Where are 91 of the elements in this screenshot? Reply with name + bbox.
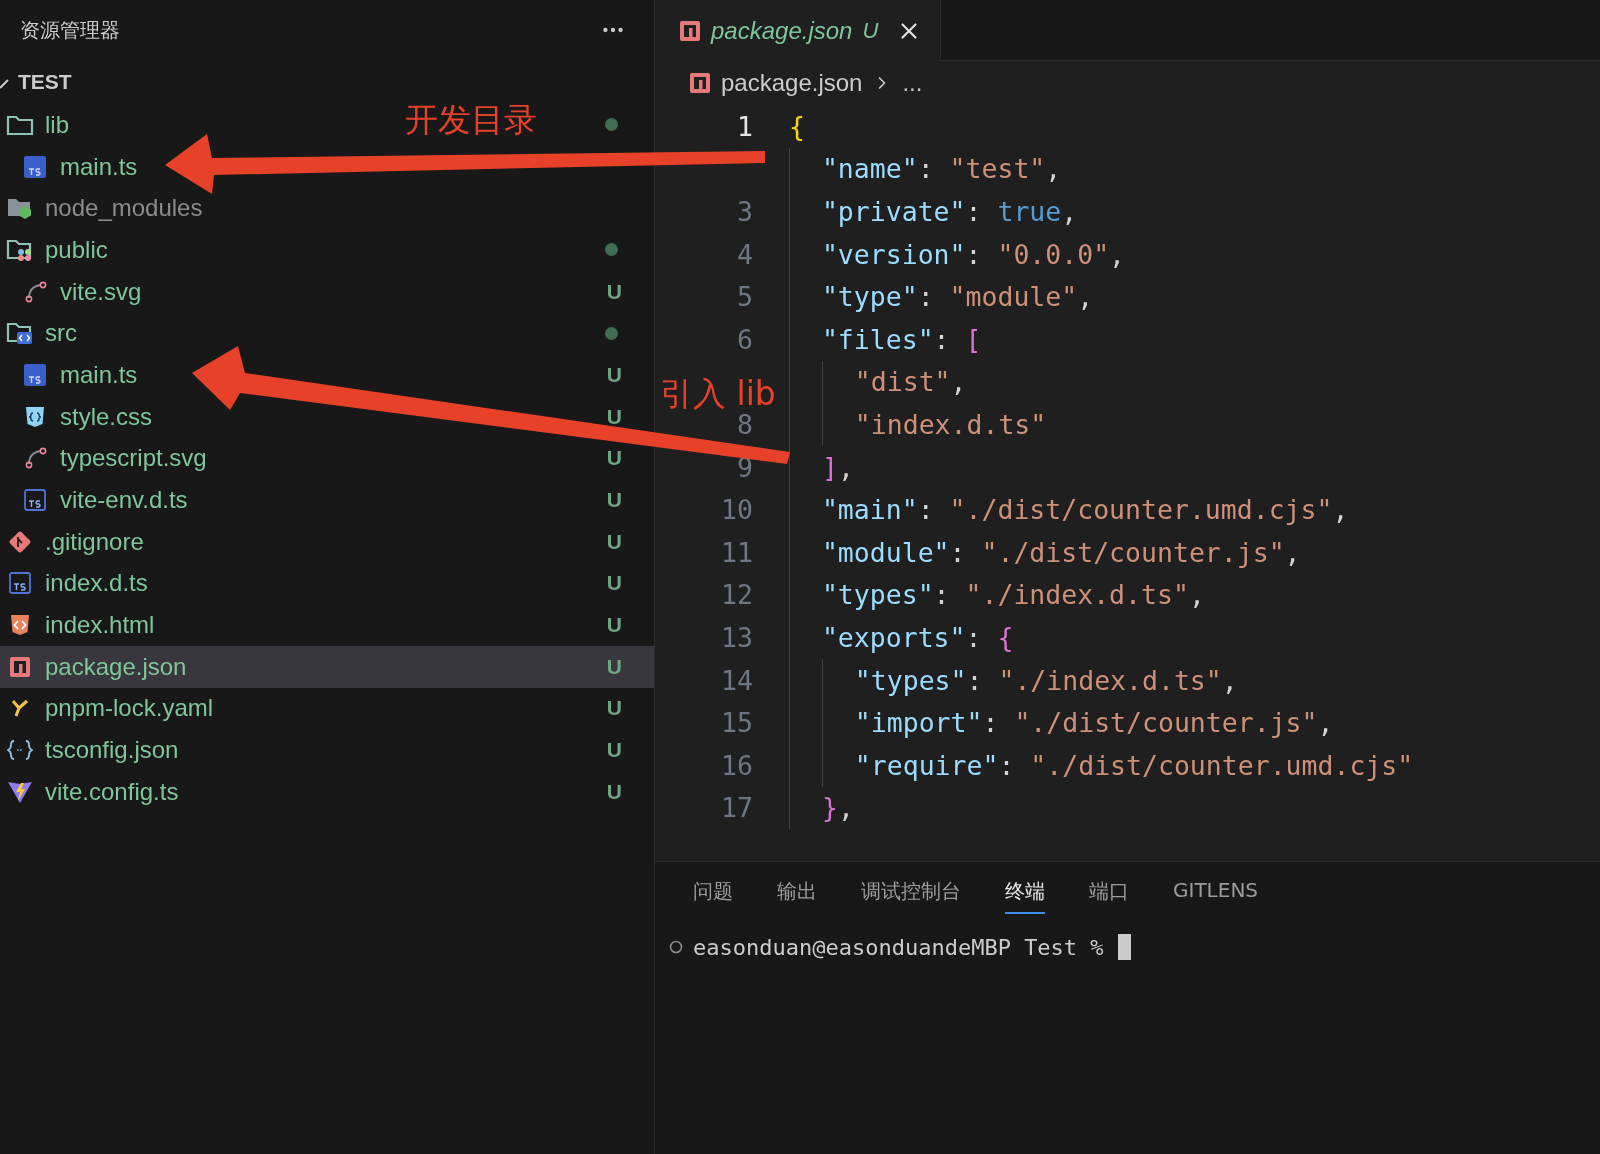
- file-tree-item[interactable]: .gitignore: [6, 527, 144, 556]
- code-line: "version": "0.0.0",: [789, 232, 1126, 276]
- code-line: "dist",: [789, 360, 967, 404]
- file-tree-item[interactable]: src: [6, 319, 77, 348]
- line-number: 6: [736, 323, 753, 355]
- git-status: U: [606, 654, 622, 679]
- file-tree-item[interactable]: tsconfig.json: [6, 736, 179, 765]
- terminal-prompt: easonduan@easonduandeMBP Test %: [693, 934, 1104, 960]
- code-line: "module": "./dist/counter.js",: [789, 530, 1301, 574]
- tab-label: package.json: [711, 16, 853, 45]
- git-status: U: [606, 779, 622, 804]
- code-line: "require": "./dist/counter.umd.cjs": [789, 743, 1414, 787]
- git-status: U: [606, 404, 622, 429]
- panel-tab[interactable]: 输出: [777, 878, 817, 914]
- braces-icon: [7, 739, 33, 762]
- git-status: U: [862, 17, 879, 44]
- line-number: 11: [720, 536, 753, 568]
- line-number: 15: [720, 707, 753, 739]
- panel-tab[interactable]: GITLENS: [1173, 878, 1259, 914]
- git-status: U: [606, 738, 622, 763]
- line-number: 14: [720, 664, 753, 696]
- code-line: "import": "./dist/counter.js",: [789, 701, 1334, 744]
- folder-icon: [6, 196, 34, 221]
- editor-tab[interactable]: package.json U: [655, 0, 942, 61]
- html-file-icon: [9, 613, 31, 638]
- file-tree-item[interactable]: typescript.svg: [21, 444, 207, 473]
- ts-file-icon: [24, 155, 46, 178]
- file-tree-item[interactable]: vite.svg: [21, 277, 142, 306]
- line-number: 10: [720, 494, 753, 526]
- folder-icon: [6, 237, 34, 262]
- file-tree-item[interactable]: vite-env.d.ts: [21, 486, 188, 515]
- git-status: U: [606, 571, 622, 596]
- line-number: 4: [736, 238, 753, 270]
- explorer-title: 资源管理器: [20, 16, 120, 44]
- folder-icon: [6, 321, 34, 346]
- folder-icon: [6, 113, 34, 136]
- panel-tab[interactable]: 调试控制台: [861, 878, 961, 914]
- line-number: 12: [720, 579, 753, 611]
- line-number: 17: [720, 792, 753, 824]
- file-tree-item[interactable]: public: [6, 235, 108, 264]
- code-line: "private": true,: [789, 190, 1078, 233]
- yaml-file-icon: [10, 698, 30, 719]
- line-number: 1: [736, 110, 753, 142]
- panel-tab[interactable]: 终端: [1005, 878, 1045, 914]
- breadcrumb-item[interactable]: package.json: [721, 69, 863, 97]
- file-tree-item[interactable]: index.d.ts: [6, 569, 148, 598]
- circle-icon: [669, 940, 683, 954]
- file-tree-item[interactable]: style.css: [21, 402, 152, 431]
- code-line: "types": "./index.d.ts",: [789, 658, 1238, 702]
- breadcrumb-item[interactable]: ...: [902, 69, 923, 97]
- terminal-cursor: [1117, 934, 1131, 960]
- line-number: 3: [736, 196, 753, 227]
- npm-file-icon: [679, 19, 701, 42]
- npm-file-icon: [9, 655, 31, 678]
- selected-row[interactable]: package.json U: [0, 645, 654, 688]
- git-status: U: [606, 529, 622, 554]
- file-tree-item[interactable]: package.json: [6, 652, 187, 681]
- file-tree-item[interactable]: vite.config.ts: [6, 777, 179, 806]
- npm-file-icon: [689, 72, 711, 94]
- line-number: 16: [720, 749, 753, 781]
- git-status: U: [606, 446, 622, 471]
- git-status: U: [606, 613, 622, 638]
- file-tree-item[interactable]: main.ts: [21, 152, 138, 181]
- vector-path-icon: [23, 447, 47, 470]
- git-status: U: [606, 362, 622, 387]
- file-tree-item[interactable]: index.html: [6, 611, 155, 640]
- code-line: "index.d.ts": [789, 403, 1047, 446]
- file-tree-item[interactable]: pnpm-lock.yaml: [6, 694, 214, 723]
- ts-file-icon: [24, 489, 46, 512]
- git-status: U: [606, 279, 622, 304]
- code-line: "main": "./dist/counter.umd.cjs",: [789, 488, 1349, 531]
- code-line: },: [789, 786, 854, 830]
- ts-file-icon: [9, 572, 31, 595]
- code-line: "type": "module",: [789, 275, 1094, 318]
- css-file-icon: [24, 404, 46, 429]
- git-status: U: [606, 696, 622, 721]
- line-number: 5: [736, 281, 753, 313]
- git-status: U: [606, 488, 622, 513]
- panel-tab[interactable]: 端口: [1089, 878, 1129, 914]
- code-line: "types": "./index.d.ts",: [789, 573, 1205, 617]
- code-line: "name": "test",: [789, 147, 1062, 191]
- panel-tab[interactable]: 问题: [693, 878, 733, 914]
- file-tree-item[interactable]: node_modules: [6, 194, 203, 223]
- file-tree-item[interactable]: lib: [6, 110, 69, 139]
- line-number: 13: [720, 621, 753, 653]
- code-line: {: [789, 109, 805, 144]
- vector-path-icon: [23, 280, 47, 303]
- code-line: "files": [: [789, 317, 982, 361]
- file-tree-item[interactable]: main.ts: [21, 360, 138, 389]
- code-line: "exports": {: [789, 616, 1014, 659]
- ts-file-icon: [24, 363, 46, 386]
